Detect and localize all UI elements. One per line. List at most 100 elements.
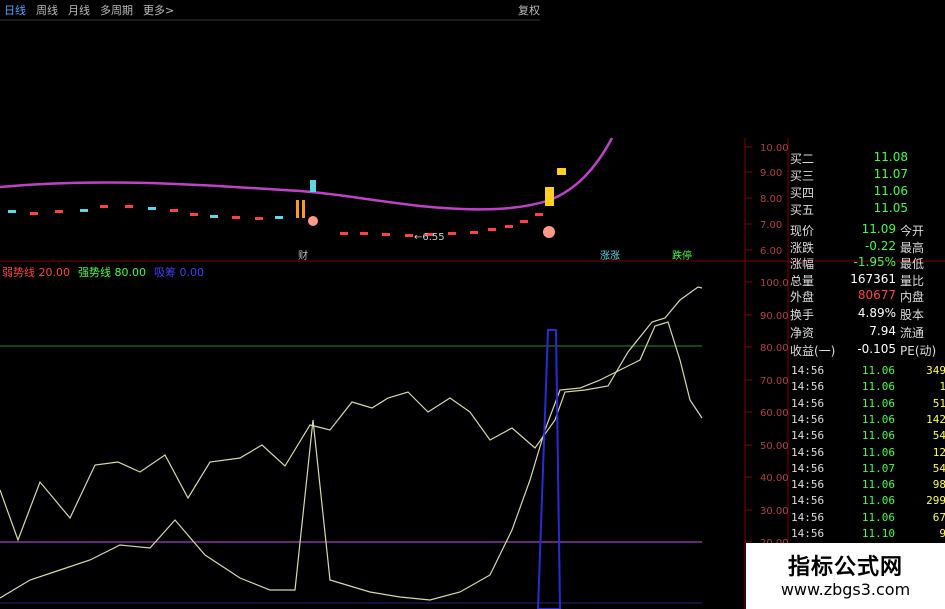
watermark-badge: 指标公式网 www.zbgs3.com (746, 543, 945, 609)
indicator-axis-label: 100.0 (760, 278, 789, 289)
tick-price: 11.06 (861, 380, 895, 394)
indicator-axis-label: 80.00 (760, 343, 789, 354)
candle (382, 233, 390, 236)
accumulation-spike (536, 329, 562, 609)
tick-price: 11.06 (861, 510, 895, 524)
indicator-axis-label: 30.00 (760, 506, 789, 517)
tick-row: 14:56 11.06 1 (788, 380, 945, 396)
tick-volume: 142 (926, 412, 945, 426)
signal-dot (543, 226, 555, 238)
tick-volume: 54 (932, 429, 945, 443)
tick-row: 14:56 11.06 299 (788, 494, 945, 510)
watermark-title: 指标公式网 (787, 555, 903, 580)
candle (470, 231, 478, 234)
indicator-legend: 弱势线 20.00 强势线 80.00 吸筹 0.00 (0, 264, 204, 280)
tick-volume: 12 (932, 445, 945, 459)
signal-bar (296, 200, 299, 218)
watermark-url: www.zbgs3.com (780, 580, 911, 599)
event-label: 财 (298, 249, 308, 262)
stat-value: 167361 (850, 271, 896, 286)
legend-item-0: 弱势线 20.00 (2, 266, 70, 279)
tick-time: 14:56 (791, 527, 825, 540)
stat-label: 现价 (790, 224, 815, 238)
tick-volume: 54 (932, 461, 945, 475)
tick-price: 11.06 (861, 412, 895, 426)
signal-dot (308, 216, 318, 226)
tick-time: 14:56 (791, 510, 825, 524)
tick-price: 11.10 (861, 527, 895, 540)
candle (360, 232, 368, 235)
candle-large (310, 180, 316, 192)
tick-volume: 349 (926, 364, 945, 377)
indicator-axis-label: 70.00 (760, 376, 789, 387)
stat-label: 换手 (790, 308, 815, 322)
price-axis-label: 9.00 (760, 168, 782, 179)
stat-label: 涨幅 (790, 257, 815, 271)
legend-item-1: 强势线 80.00 (78, 266, 146, 279)
candle (505, 225, 513, 228)
stat-value: 4.89% (857, 306, 896, 320)
order-book-label: 买二 (790, 152, 815, 166)
candle (8, 210, 16, 213)
tick-price: 11.06 (861, 396, 895, 410)
tick-time: 14:56 (791, 461, 825, 475)
candle (255, 217, 263, 220)
tick-time: 14:56 (791, 364, 825, 377)
tick-time: 14:56 (791, 429, 825, 443)
tick-price: 11.06 (861, 494, 895, 508)
tick-row: 14:56 11.06 349 (788, 364, 945, 380)
tick-row: 14:56 11.06 54 (788, 429, 945, 445)
tick-row: 14:56 11.06 51 (788, 397, 945, 413)
candle-large (545, 187, 554, 206)
price-marker: ←6.55 (414, 232, 445, 243)
tick-volume: 9 (939, 527, 945, 540)
order-book-value: 11.06 (873, 184, 908, 198)
tick-volume: 98 (932, 478, 945, 492)
candle (275, 216, 283, 219)
candle (55, 210, 63, 213)
stat-label-secondary: 今开 (900, 224, 925, 238)
order-book-value: 11.08 (873, 150, 908, 164)
order-book-value: 11.05 (873, 201, 908, 215)
stat-label-secondary: 最高 (900, 240, 925, 255)
stat-value: -0.105 (857, 342, 896, 356)
event-label: 涨涨 (600, 250, 620, 262)
candle (190, 213, 198, 216)
candle (125, 205, 133, 208)
stat-label: 涨跌 (790, 240, 815, 255)
tick-time: 14:56 (791, 478, 825, 492)
tick-price: 11.06 (861, 429, 895, 443)
candle (170, 209, 178, 212)
stat-label-secondary: 量比 (900, 273, 925, 288)
candle (340, 232, 348, 235)
candle (148, 207, 156, 210)
stat-value: 11.09 (861, 222, 896, 236)
candle (210, 215, 218, 218)
stat-label-secondary: 内盘 (900, 290, 925, 304)
tick-time: 14:56 (791, 445, 825, 459)
candle (232, 216, 240, 219)
candle-large (557, 168, 566, 175)
stat-value: 7.94 (869, 324, 896, 338)
tick-time: 14:56 (791, 380, 825, 394)
stat-value: -0.22 (864, 238, 896, 253)
order-book-label: 买五 (790, 203, 815, 217)
stat-label-secondary: 流通 (900, 326, 925, 340)
indicator-line-main (0, 286, 703, 542)
tick-row: 14:56 11.06 142 (788, 413, 945, 429)
candle (30, 212, 38, 215)
stat-value: 80677 (857, 288, 896, 302)
stat-label: 总量 (790, 273, 815, 288)
tick-volume: 1 (939, 380, 945, 394)
tick-price: 11.06 (861, 478, 895, 492)
price-axis-label: 6.00 (760, 246, 782, 257)
candle (520, 220, 528, 223)
stat-label-secondary: 股本 (900, 308, 925, 322)
tick-row: 14:56 11.10 9 (788, 527, 945, 543)
price-axis-label: 10.00 (760, 143, 789, 154)
tick-row: 14:56 11.06 12 (788, 446, 945, 462)
tick-time: 14:56 (791, 494, 825, 508)
tick-volume: 299 (926, 494, 945, 508)
stat-label: 外盘 (790, 290, 815, 304)
candle (535, 213, 543, 216)
